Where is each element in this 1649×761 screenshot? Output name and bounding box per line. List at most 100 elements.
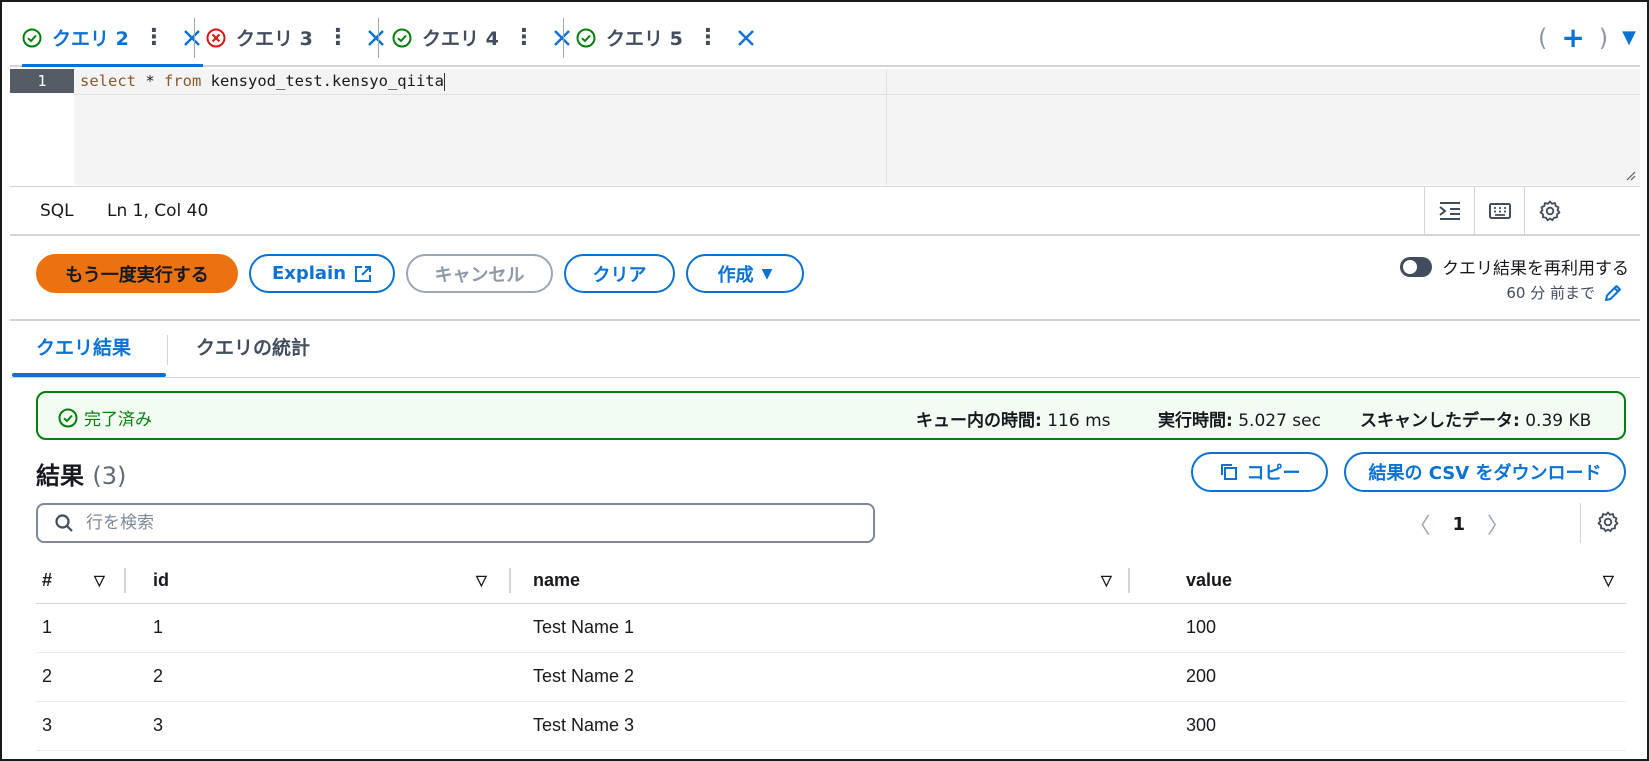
close-icon[interactable]	[365, 27, 387, 49]
tab-query-stats[interactable]: クエリの統計	[196, 333, 310, 360]
data-scanned: スキャンしたデータ: 0.39 KB	[1360, 406, 1591, 431]
tab-label: クエリ 3	[236, 28, 313, 50]
results-title: 結果	[36, 462, 84, 490]
active-tab-indicator	[12, 373, 166, 377]
caret-down-icon: ▼	[761, 265, 773, 282]
more-options-icon[interactable]: ⋮	[697, 25, 719, 50]
more-options-icon[interactable]: ⋮	[513, 25, 535, 50]
row-search[interactable]	[36, 503, 875, 543]
search-input[interactable]	[86, 513, 846, 533]
keyword-from: from	[164, 72, 202, 90]
results-table: # ▽ id ▽ name ▽ value ▽ 1 1 Test Name 1 100 …	[36, 558, 1626, 751]
tab-query-3[interactable]: クエリ 3 ⋮	[206, 10, 387, 65]
column-header[interactable]: id ▽	[147, 558, 527, 604]
sort-icon[interactable]: ▽	[1603, 572, 1614, 589]
copy-button[interactable]: コピー	[1191, 452, 1328, 492]
results-count: (3)	[92, 462, 127, 490]
gear-icon[interactable]	[1596, 510, 1620, 534]
download-csv-label: 結果の CSV をダウンロード	[1368, 463, 1602, 484]
sort-icon[interactable]: ▽	[94, 572, 105, 589]
more-options-icon[interactable]: ⋮	[327, 25, 349, 50]
results-heading: 結果 (3)	[36, 456, 126, 491]
tab-divider	[194, 18, 195, 58]
run-time: 実行時間: 5.027 sec	[1158, 406, 1321, 431]
column-header[interactable]: value ▽	[1180, 558, 1626, 604]
cell-name: Test Name 1	[527, 603, 1180, 653]
pagination: 〈 1 〉	[1408, 508, 1509, 540]
prev-page-icon[interactable]: 〈	[1408, 508, 1430, 540]
success-icon	[22, 28, 42, 47]
clear-button[interactable]: クリア	[564, 254, 675, 293]
edit-pencil-icon[interactable]	[1603, 283, 1623, 303]
run-time-value: 5.027 sec	[1238, 411, 1321, 431]
column-header[interactable]: # ▽	[36, 558, 147, 604]
sql-editor[interactable]: 1 select * from kensyod_test.kensyo_qiit…	[10, 69, 1640, 185]
run-time-label: 実行時間:	[1158, 411, 1233, 431]
close-icon[interactable]	[735, 27, 757, 49]
column-header-label: id	[153, 569, 169, 590]
tab-menu-caret-icon[interactable]: ▼	[1622, 27, 1636, 48]
close-icon[interactable]	[551, 27, 573, 49]
keyboard-shortcuts-button[interactable]	[1474, 187, 1524, 235]
column-resizer[interactable]	[124, 568, 126, 593]
more-options-icon[interactable]: ⋮	[143, 25, 165, 50]
run-again-label: もう一度実行する	[65, 264, 209, 286]
reuse-age-label: 60 分 前まで	[1506, 284, 1595, 302]
create-button[interactable]: 作成 ▼	[686, 254, 804, 293]
tab-query-5[interactable]: クエリ 5 ⋮	[576, 10, 757, 65]
tab-label: クエリ 4	[422, 28, 499, 50]
reuse-results-toggle[interactable]: クエリ結果を再利用する	[1400, 254, 1629, 279]
column-header-label: value	[1186, 569, 1233, 590]
queue-time: キュー内の時間: 116 ms	[916, 406, 1111, 431]
cancel-button[interactable]: キャンセル	[406, 254, 553, 293]
status-text: 完了済み	[84, 410, 152, 430]
next-page-icon[interactable]: 〉	[1487, 508, 1509, 540]
download-csv-button[interactable]: 結果の CSV をダウンロード	[1344, 452, 1626, 492]
indent-icon	[1438, 202, 1460, 220]
explain-button[interactable]: Explain	[249, 254, 395, 293]
tab-divider	[563, 18, 564, 58]
editor-status-bar: SQL Ln 1, Col 40	[10, 186, 1640, 236]
copy-label: コピー	[1246, 463, 1301, 484]
column-resizer[interactable]	[1128, 568, 1130, 593]
resize-grip-icon[interactable]	[1624, 169, 1636, 181]
add-tab-button[interactable]: +	[1561, 21, 1584, 54]
column-resizer[interactable]	[509, 568, 511, 593]
format-button[interactable]	[1424, 187, 1474, 235]
table-row: 2 2 Test Name 2 200	[36, 652, 1626, 702]
sort-icon[interactable]: ▽	[1101, 572, 1112, 589]
tabs-baseline	[10, 377, 1640, 378]
cell-id: 3	[147, 701, 527, 751]
copy-icon	[1220, 464, 1237, 480]
code-text: *	[136, 72, 164, 90]
query-status-banner: 完了済み キュー内の時間: 116 ms 実行時間: 5.027 sec スキャ…	[36, 391, 1626, 440]
tab-query-2[interactable]: クエリ 2 ⋮	[22, 10, 203, 67]
section-divider	[10, 319, 1640, 321]
editor-settings-button[interactable]	[1524, 187, 1574, 235]
line-number: 1	[10, 69, 74, 93]
code-line[interactable]: select * from kensyod_test.kensyo_qiita	[74, 69, 1640, 95]
close-icon[interactable]	[181, 27, 203, 49]
queue-time-label: キュー内の時間:	[916, 411, 1042, 431]
column-header[interactable]: name ▽	[527, 558, 1180, 604]
code-area[interactable]: select * from kensyod_test.kensyo_qiita	[74, 69, 1640, 185]
tab-divider	[378, 18, 379, 58]
cell-value: 200	[1180, 652, 1626, 702]
cell-index: 3	[36, 701, 147, 751]
current-page[interactable]: 1	[1452, 514, 1465, 535]
sort-icon[interactable]: ▽	[476, 572, 487, 589]
tab-query-results[interactable]: クエリ結果	[36, 333, 131, 360]
success-icon	[58, 408, 78, 427]
run-again-button[interactable]: もう一度実行する	[36, 254, 238, 293]
editor-gutter: 1	[10, 69, 74, 185]
clear-label: クリア	[592, 264, 647, 286]
tab-query-4[interactable]: クエリ 4 ⋮	[392, 10, 573, 65]
pager-divider	[1580, 503, 1581, 543]
column-header-label: #	[42, 569, 53, 590]
toggle-switch[interactable]	[1400, 256, 1432, 277]
cursor-position: Ln 1, Col 40	[107, 201, 209, 221]
status-completed: 完了済み	[58, 405, 152, 430]
external-link-icon	[355, 265, 372, 282]
explain-label: Explain	[271, 263, 347, 284]
